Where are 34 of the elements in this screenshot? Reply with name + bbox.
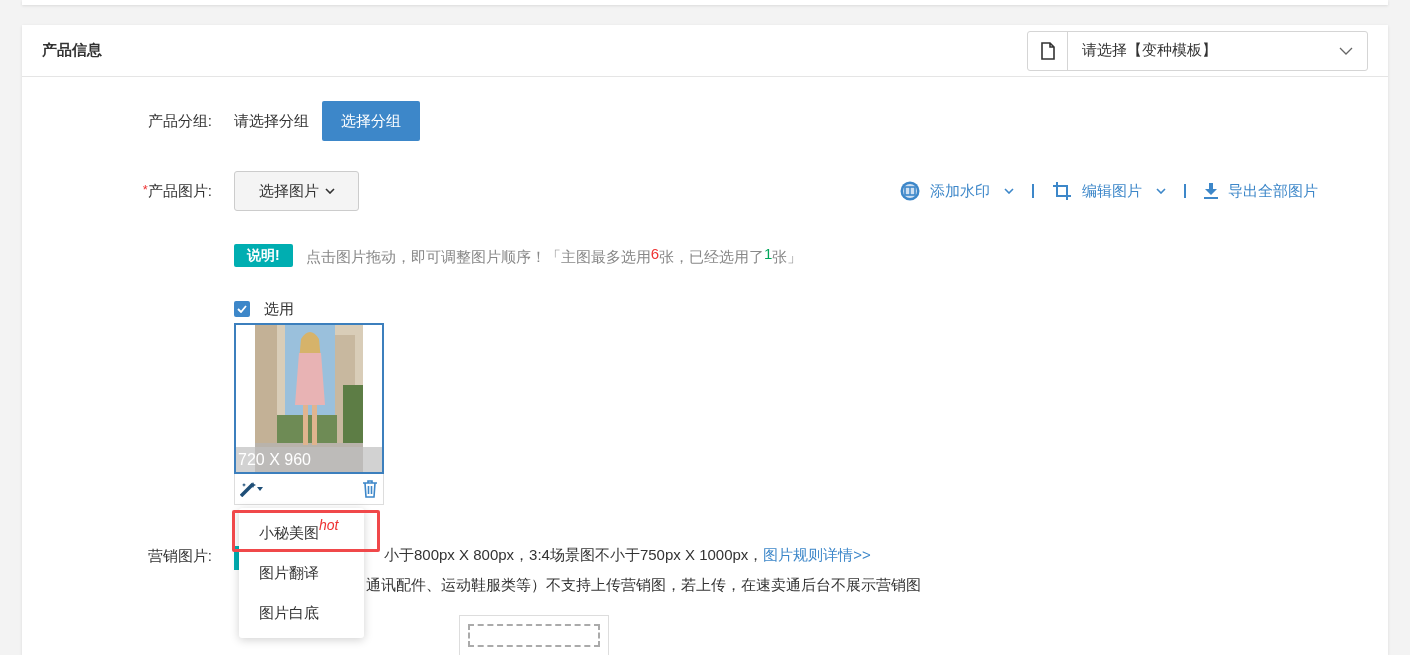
download-icon [1204,183,1218,199]
field-label: 产品分组: [146,110,212,131]
select-group-button[interactable]: 选择分组 [322,101,420,141]
menu-item[interactable]: 小秘美图 [259,521,319,545]
toolbar-link[interactable]: 编辑图片 [1052,179,1166,203]
crop-icon [1052,181,1072,201]
check-icon [237,305,247,313]
field-label: 产品图片: [147,181,212,199]
template-select[interactable]: 请选择【变种模板】 [1027,30,1368,71]
marketing-hint-text: 通讯配件、运动鞋服类等）不支持上传营销图，若上传，在速卖通后台不展示营销图 [366,575,921,595]
menu-item[interactable]: 图片翻译 [259,561,319,585]
note-badge: 说明! [234,244,293,267]
checkbox-label: 选用 [264,298,294,319]
magic-wand-icon[interactable] [240,481,264,497]
chevron-down-icon [1339,46,1353,55]
menu-item[interactable]: 图片白底 [259,601,319,625]
select-image-button[interactable]: 选择图片 [234,171,359,211]
trash-icon[interactable] [362,480,378,498]
checkbox[interactable] [234,301,250,317]
required-mark: * [142,181,148,197]
rules-link[interactable]: 图片规则详情>> [763,544,871,567]
hot-label: hot [319,516,339,533]
chevron-down-icon [324,188,335,194]
select-placeholder: 请选择【变种模板】 [1082,40,1218,61]
section-title: 产品信息 [42,40,102,61]
size-overlay: 720 X 960 [236,447,382,472]
group-value: 请选择分组 [234,110,309,131]
field-label: 营销图片: [146,546,212,566]
toolbar-link[interactable]: 导出全部图片 [1204,179,1318,203]
marketing-hint-text: 小于800px X 800px，3:4场景图不小于750px X 1000px， [384,545,764,565]
watermark-icon [900,181,920,201]
document-icon [1040,41,1055,60]
toolbar-link[interactable]: 添加水印 [900,179,1014,203]
upload-box[interactable] [459,615,609,655]
